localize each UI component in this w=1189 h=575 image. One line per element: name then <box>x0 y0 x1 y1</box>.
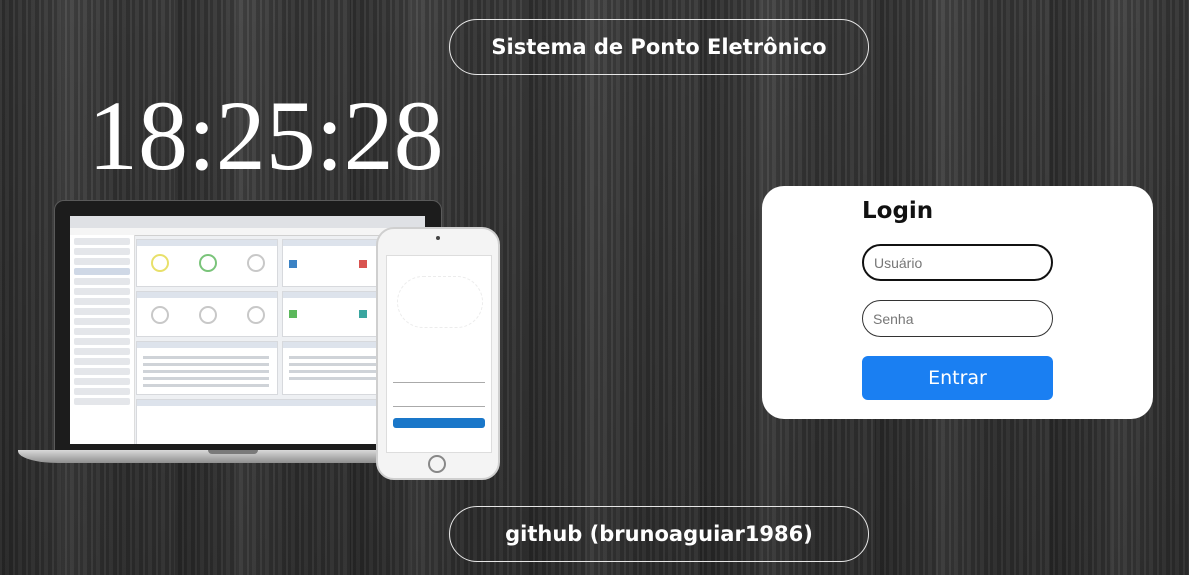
login-panel: Login Entrar <box>762 186 1153 419</box>
browser-bar <box>70 216 425 228</box>
phone-illustration <box>376 227 500 480</box>
phone-home-button <box>428 455 446 473</box>
github-link[interactable]: github (brunoaguiar1986) <box>449 506 869 562</box>
phone-login-button <box>393 418 485 428</box>
login-title: Login <box>862 198 934 224</box>
login-submit-button[interactable]: Entrar <box>862 356 1053 400</box>
digital-clock: 18:25:28 <box>88 80 444 191</box>
app-title: Sistema de Ponto Eletrônico <box>449 19 869 75</box>
laptop-screen <box>70 216 425 444</box>
username-input[interactable] <box>862 244 1053 281</box>
app-sidebar <box>70 235 135 444</box>
password-input[interactable] <box>862 300 1053 337</box>
phone-screen <box>386 255 492 453</box>
